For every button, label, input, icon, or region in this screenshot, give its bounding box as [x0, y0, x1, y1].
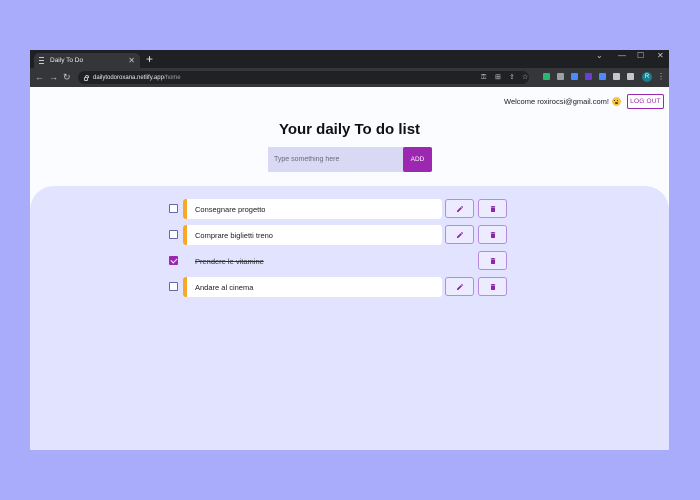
delete-button[interactable]	[478, 277, 507, 296]
edit-button[interactable]	[445, 199, 474, 218]
pencil-icon	[456, 283, 463, 290]
tab-strip: Daily To Do ✕ + ⌄ — ☐ ✕	[30, 50, 669, 68]
kebab-menu-icon[interactable]: ⋮	[657, 72, 665, 82]
todo-item-text: Comprare biglietti treno	[183, 225, 442, 245]
url-path: /home	[163, 74, 181, 81]
minimize-button[interactable]: —	[618, 51, 626, 61]
pencil-icon	[456, 205, 463, 212]
todo-checkbox-checked[interactable]	[169, 256, 178, 265]
logout-button[interactable]: LOG OUT	[627, 94, 664, 109]
address-bar[interactable]: dailytodoroxana.netlify.app/home ⚿ ⊞ ⇪ ☆	[78, 71, 529, 84]
page-title: Your daily To do list	[278, 121, 421, 138]
todo-row: Prendere le vitamine	[169, 251, 509, 271]
todo-item-text-done: Prendere le vitamine	[195, 256, 264, 266]
smiley-emoji-icon	[612, 97, 621, 106]
list-icon	[39, 57, 44, 64]
browser-toolbar: ← → ↻ dailytodoroxana.netlify.app/home ⚿…	[30, 68, 669, 87]
trash-icon	[490, 205, 495, 212]
todo-item-text: Consegnare progetto	[183, 199, 442, 219]
trash-icon	[490, 257, 495, 264]
browser-tab[interactable]: Daily To Do ✕	[34, 53, 140, 68]
puzzle-icon[interactable]	[613, 73, 620, 80]
delete-button[interactable]	[478, 225, 507, 244]
todo-checkbox[interactable]	[169, 230, 178, 239]
extension-3-icon[interactable]	[571, 73, 578, 80]
bookmark-star-icon[interactable]: ☆	[522, 74, 528, 81]
chevron-down-icon[interactable]: ⌄	[596, 51, 603, 61]
reload-icon[interactable]: ↻	[63, 71, 71, 83]
extension-1-icon[interactable]	[543, 73, 550, 80]
edit-button[interactable]	[445, 277, 474, 296]
delete-button[interactable]	[478, 199, 507, 218]
share-icon[interactable]: ⇪	[509, 74, 515, 81]
tab-title: Daily To Do	[50, 57, 84, 64]
todo-checkbox[interactable]	[169, 204, 178, 213]
back-icon[interactable]: ←	[35, 71, 44, 83]
browser-window: Daily To Do ✕ + ⌄ — ☐ ✕ ← → ↻ dailytodor…	[30, 50, 669, 450]
add-button[interactable]: ADD	[403, 147, 432, 172]
todo-checkbox[interactable]	[169, 282, 178, 291]
trash-icon	[490, 283, 495, 290]
todo-item-text: Andare al cinema	[183, 277, 442, 297]
new-tab-button[interactable]: +	[146, 52, 153, 66]
todo-input[interactable]	[268, 147, 404, 172]
extension-4-icon[interactable]	[585, 73, 592, 80]
maximize-button[interactable]: ☐	[637, 51, 644, 61]
translate-icon[interactable]: ⊞	[495, 74, 501, 81]
key-icon[interactable]: ⚿	[481, 74, 486, 81]
forward-icon[interactable]: →	[49, 71, 58, 83]
lock-icon	[84, 74, 89, 81]
welcome-message: Welcome roxirocsi@gmail.com!	[504, 97, 621, 106]
extension-5-icon[interactable]	[599, 73, 606, 80]
app-page: Welcome roxirocsi@gmail.com! LOG OUT You…	[30, 87, 669, 450]
extension-2-icon[interactable]	[557, 73, 564, 80]
side-panel-icon[interactable]	[627, 73, 634, 80]
todo-row: Andare al cinema	[169, 277, 509, 297]
url-host: dailytodoroxana.netlify.app	[93, 74, 164, 81]
pencil-icon	[456, 231, 463, 238]
close-tab-icon[interactable]: ✕	[128, 56, 135, 65]
close-window-button[interactable]: ✕	[657, 51, 664, 61]
welcome-text: Welcome roxirocsi@gmail.com!	[504, 97, 609, 106]
todo-row: Consegnare progetto	[169, 199, 509, 219]
trash-icon	[490, 231, 495, 238]
delete-button[interactable]	[478, 251, 507, 270]
todo-row: Comprare biglietti treno	[169, 225, 509, 245]
edit-button[interactable]	[445, 225, 474, 244]
profile-avatar[interactable]: R	[642, 72, 652, 82]
